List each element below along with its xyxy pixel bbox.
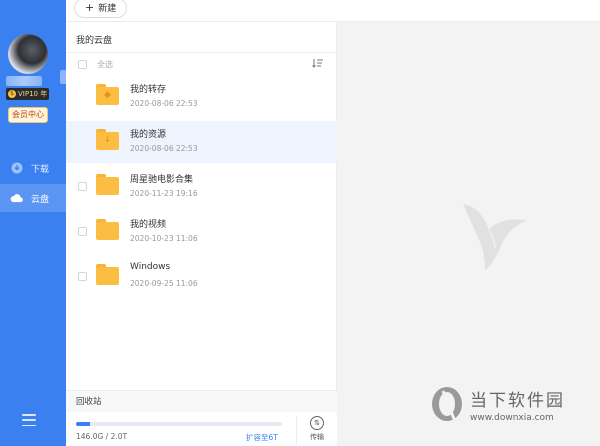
- download-folder-icon: ↓: [96, 129, 119, 150]
- folder-icon: [96, 264, 119, 285]
- storage-bar: 146.0G / 2.0T 扩容至6T ⇅ 传输: [66, 412, 337, 446]
- list-item[interactable]: ◆ 我的转存 2020-08-06 22:53: [66, 76, 337, 118]
- top-toolbar: + 新建: [66, 0, 600, 22]
- storage-used: 146.0G / 2.0T: [76, 432, 128, 441]
- list-item[interactable]: Windows 2020-09-25 11:06: [66, 256, 337, 298]
- new-button[interactable]: + 新建: [74, 0, 128, 18]
- watermark-logo-icon: [432, 387, 462, 421]
- hummingbird-logo-icon: [463, 204, 527, 270]
- panel-title: 我的云盘: [76, 36, 113, 46]
- share-folder-icon: ◆: [96, 84, 119, 105]
- vip-coin-icon: $: [8, 90, 16, 98]
- file-date: 2020-08-06 22:53: [130, 99, 198, 108]
- transfer-label: 传输: [310, 433, 324, 441]
- divider: [66, 52, 337, 53]
- sort-icon[interactable]: [312, 58, 324, 68]
- sidebar: $ VIP10 年 会员中心 下载 云盘: [0, 0, 69, 446]
- username-blurred: [6, 76, 42, 86]
- plus-icon: +: [85, 1, 95, 14]
- select-all-label: 全选: [97, 60, 113, 69]
- file-panel: 我的云盘 全选 ◆ 我的转存 2020-08-06 22:53 ↓ 我的资源 2…: [66, 22, 337, 446]
- storage-progress: [76, 422, 282, 426]
- file-date: 2020-11-23 19:16: [130, 189, 198, 198]
- download-icon: [10, 162, 23, 175]
- select-all[interactable]: 全选: [78, 59, 113, 70]
- new-button-label: 新建: [98, 4, 117, 14]
- menu-icon[interactable]: [22, 414, 36, 426]
- file-date: 2020-09-25 11:06: [130, 279, 198, 288]
- recycle-bin[interactable]: 回收站: [66, 390, 337, 412]
- select-all-checkbox[interactable]: [78, 60, 87, 69]
- file-name: 我的资源: [130, 130, 167, 140]
- vip-badge: $ VIP10 年: [6, 88, 50, 100]
- file-name: Windows: [130, 262, 171, 272]
- file-name: 我的转存: [130, 85, 167, 95]
- app-window: $ VIP10 年 会员中心 下载 云盘 + 新建 我的云盘 全选 ◆ 我的转存…: [0, 0, 600, 446]
- watermark-url: www.downxia.com: [470, 412, 554, 423]
- avatar[interactable]: [8, 34, 48, 74]
- list-item[interactable]: 我的视频 2020-10-23 11:06: [66, 211, 337, 253]
- row-checkbox[interactable]: [78, 272, 87, 281]
- sidebar-item-cloud[interactable]: 云盘: [0, 184, 66, 212]
- vip-label: VIP10 年: [18, 90, 48, 98]
- file-name: 我的视频: [130, 220, 167, 230]
- file-date: 2020-08-06 22:53: [130, 144, 198, 153]
- folder-icon: [96, 174, 119, 195]
- sidebar-item-label: 云盘: [31, 194, 50, 205]
- file-date: 2020-10-23 11:06: [130, 234, 198, 243]
- expand-storage-link[interactable]: 扩容至6T: [246, 432, 278, 443]
- cloud-icon: [10, 192, 23, 205]
- row-checkbox[interactable]: [78, 227, 87, 236]
- transfer-icon: ⇅: [310, 416, 324, 430]
- list-item[interactable]: ↓ 我的资源 2020-08-06 22:53: [66, 121, 337, 163]
- divider: [296, 416, 297, 444]
- folder-icon: [96, 219, 119, 240]
- sidebar-item-download[interactable]: 下载: [0, 154, 66, 182]
- watermark-title: 当下软件园: [470, 390, 565, 411]
- transfer-button[interactable]: ⇅ 传输: [304, 416, 330, 442]
- row-checkbox[interactable]: [78, 182, 87, 191]
- watermark: 当下软件园 www.downxia.com: [430, 385, 565, 423]
- member-center-button[interactable]: 会员中心: [8, 107, 48, 123]
- sidebar-item-label: 下载: [31, 164, 50, 175]
- list-item[interactable]: 周星驰电影合集 2020-11-23 19:16: [66, 166, 337, 208]
- file-name: 周星驰电影合集: [130, 175, 194, 185]
- storage-progress-fill: [76, 422, 91, 426]
